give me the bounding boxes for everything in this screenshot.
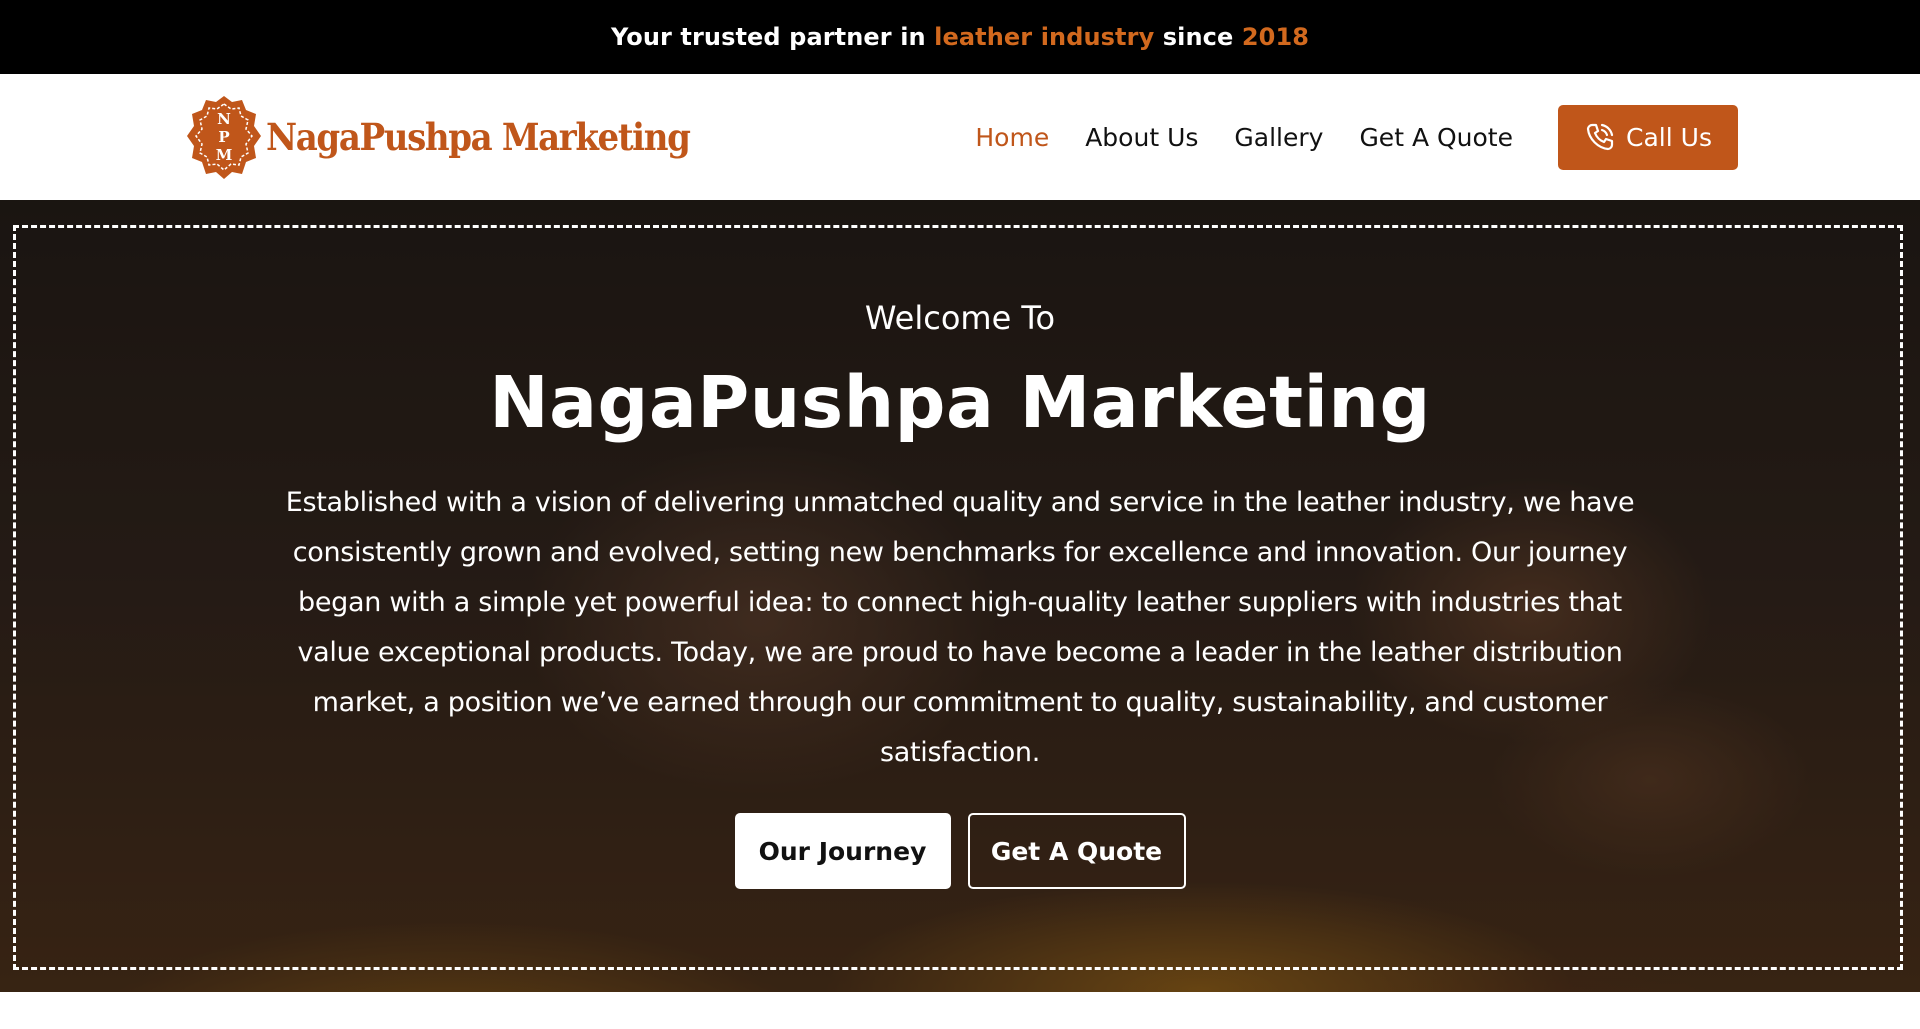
phone-icon [1586,123,1614,151]
site-header: N P M NagaPushpa Marketing Home About Us… [0,74,1920,200]
get-a-quote-button[interactable]: Get A Quote [967,813,1186,889]
call-us-button[interactable]: Call Us [1558,104,1738,170]
announcement-accent-industry: leather industry [934,23,1155,51]
leather-hide-logo-icon: N P M [187,96,261,179]
main-nav: Home About Us Gallery Get A Quote Call U… [939,104,1738,170]
nav-get-a-quote[interactable]: Get A Quote [1359,123,1513,152]
announcement-bar: Your trusted partner in leather industry… [0,0,1920,74]
logo-text: NagaPushpa Marketing [266,115,691,159]
nav-gallery[interactable]: Gallery [1234,123,1323,152]
logo-initial-m: M [216,146,233,164]
announcement-text-start: Your trusted partner in [610,23,935,51]
logo[interactable]: N P M NagaPushpa Marketing [186,94,726,180]
hero-section: Welcome To NagaPushpa Marketing Establis… [0,200,1920,992]
hero-description: Established with a vision of delivering … [285,487,1635,768]
logo-initial-p: P [218,128,229,146]
page-bottom-strip [0,992,1920,1029]
announcement-text-middle: since [1154,23,1242,51]
announcement-accent-year: 2018 [1241,23,1310,51]
hero-welcome: Welcome To [864,299,1056,337]
announcement-text: Your trusted partner in leather industry… [611,23,1309,51]
call-us-label: Call Us [1626,122,1712,152]
nav-home[interactable]: Home [975,123,1049,152]
hero-buttons: Our Journey Get A Quote [0,813,1920,889]
our-journey-button[interactable]: Our Journey [734,813,951,889]
nav-about-us[interactable]: About Us [1085,123,1198,152]
logo-initial-n: N [217,110,231,128]
hero-title: NagaPushpa Marketing [489,361,1431,444]
